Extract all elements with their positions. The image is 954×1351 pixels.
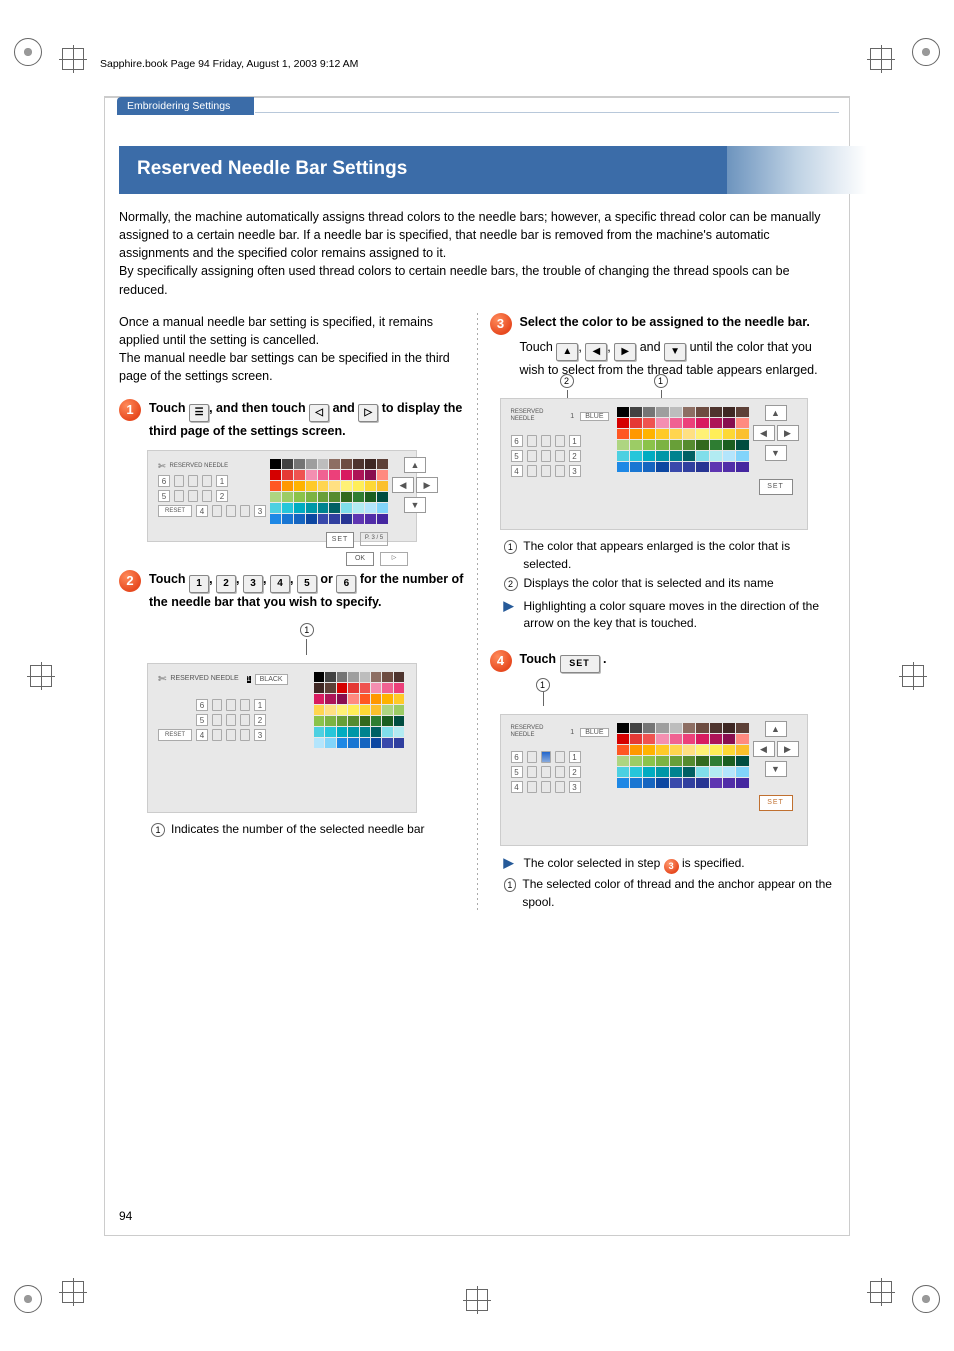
crop-mark <box>912 1285 940 1313</box>
pretext: The manual needle bar settings can be sp… <box>119 349 465 385</box>
step3-bullet: ▶Highlighting a color square moves in th… <box>504 597 836 633</box>
step2-text: Touch 1, 2, 3, 4, 5 or 6 for the number … <box>149 570 465 612</box>
running-header: Sapphire.book Page 94 Friday, August 1, … <box>100 58 358 70</box>
needle-3-button[interactable]: 3 <box>243 575 263 593</box>
step1-text: Touch ☰, and then touch ◁ and ▷ to displ… <box>149 399 465 441</box>
screenshot-step4: RESERVED NEEDLE 1 BLUE 61 52 43 ▲ <box>500 714 808 846</box>
set-button[interactable]: SET <box>560 655 600 673</box>
registration-mark <box>870 1281 892 1303</box>
registration-mark <box>30 665 52 687</box>
step-badge-2: 2 <box>119 570 141 592</box>
step4-bullet: ▶ The color selected in step 3 is specif… <box>504 854 836 874</box>
screenshot-step3: RESERVED NEEDLE 1 BLUE 61 52 43 ▲ <box>500 398 808 530</box>
crop-mark <box>14 38 42 66</box>
screenshot-step2: ✄ RESERVED NEEDLE 1 BLACK 61 52 RESET43 <box>147 663 417 813</box>
prev-page-icon[interactable]: ◁ <box>309 404 329 422</box>
crop-mark <box>912 38 940 66</box>
next-page-icon[interactable]: ▷ <box>358 404 378 422</box>
needle-5-button[interactable]: 5 <box>297 575 317 593</box>
needle-4-button[interactable]: 4 <box>270 575 290 593</box>
page-number: 94 <box>119 1209 132 1223</box>
step3-text: Select the color to be assigned to the n… <box>520 313 836 381</box>
registration-mark <box>902 665 924 687</box>
annotation-2: 2Displays the color that is selected and… <box>504 575 836 592</box>
pretext: Once a manual needle bar setting is spec… <box>119 313 465 349</box>
title-gradient <box>727 146 867 194</box>
step-badge-1: 1 <box>119 399 141 421</box>
registration-mark <box>870 48 892 70</box>
screenshot-step1: ✄ RESERVED NEEDLE 61 52 RESET43 SETP. 3 … <box>147 450 417 542</box>
intro-para: By specifically assigning often used thr… <box>119 262 835 298</box>
callout-1: 1 <box>300 623 314 637</box>
step4-text: Touch SET . <box>520 650 836 673</box>
down-arrow-button[interactable]: ▼ <box>664 343 686 361</box>
annotation-1: 1The selected color of thread and the an… <box>504 876 836 911</box>
settings-icon-button[interactable]: ☰ <box>189 404 209 422</box>
page-frame: Embroidering Settings Reserved Needle Ba… <box>104 96 850 1236</box>
section-tab: Embroidering Settings <box>117 97 254 115</box>
left-arrow-button[interactable]: ◀ <box>585 343 607 361</box>
registration-mark <box>62 1281 84 1303</box>
crop-mark <box>14 1285 42 1313</box>
needle-6-button[interactable]: 6 <box>336 575 356 593</box>
intro-para: Normally, the machine automatically assi… <box>119 208 835 262</box>
column-divider <box>477 313 478 913</box>
intro-text: Normally, the machine automatically assi… <box>119 208 835 299</box>
up-arrow-button[interactable]: ▲ <box>556 343 578 361</box>
callout-1: 1 <box>654 374 668 388</box>
page-title: Reserved Needle Bar Settings <box>119 146 727 194</box>
step-ref-3-icon: 3 <box>664 859 679 874</box>
needle-2-button[interactable]: 2 <box>216 575 236 593</box>
right-arrow-button[interactable]: ▶ <box>614 343 636 361</box>
needle-1-button[interactable]: 1 <box>189 575 209 593</box>
annotation-1: 1 Indicates the number of the selected n… <box>151 821 465 838</box>
registration-mark <box>62 48 84 70</box>
divider <box>255 112 839 113</box>
annotation-1: 1The color that appears enlarged is the … <box>504 538 836 573</box>
step-badge-4: 4 <box>490 650 512 672</box>
step-badge-3: 3 <box>490 313 512 335</box>
callout-2: 2 <box>560 374 574 388</box>
callout-1: 1 <box>536 678 550 692</box>
registration-mark <box>466 1289 488 1311</box>
